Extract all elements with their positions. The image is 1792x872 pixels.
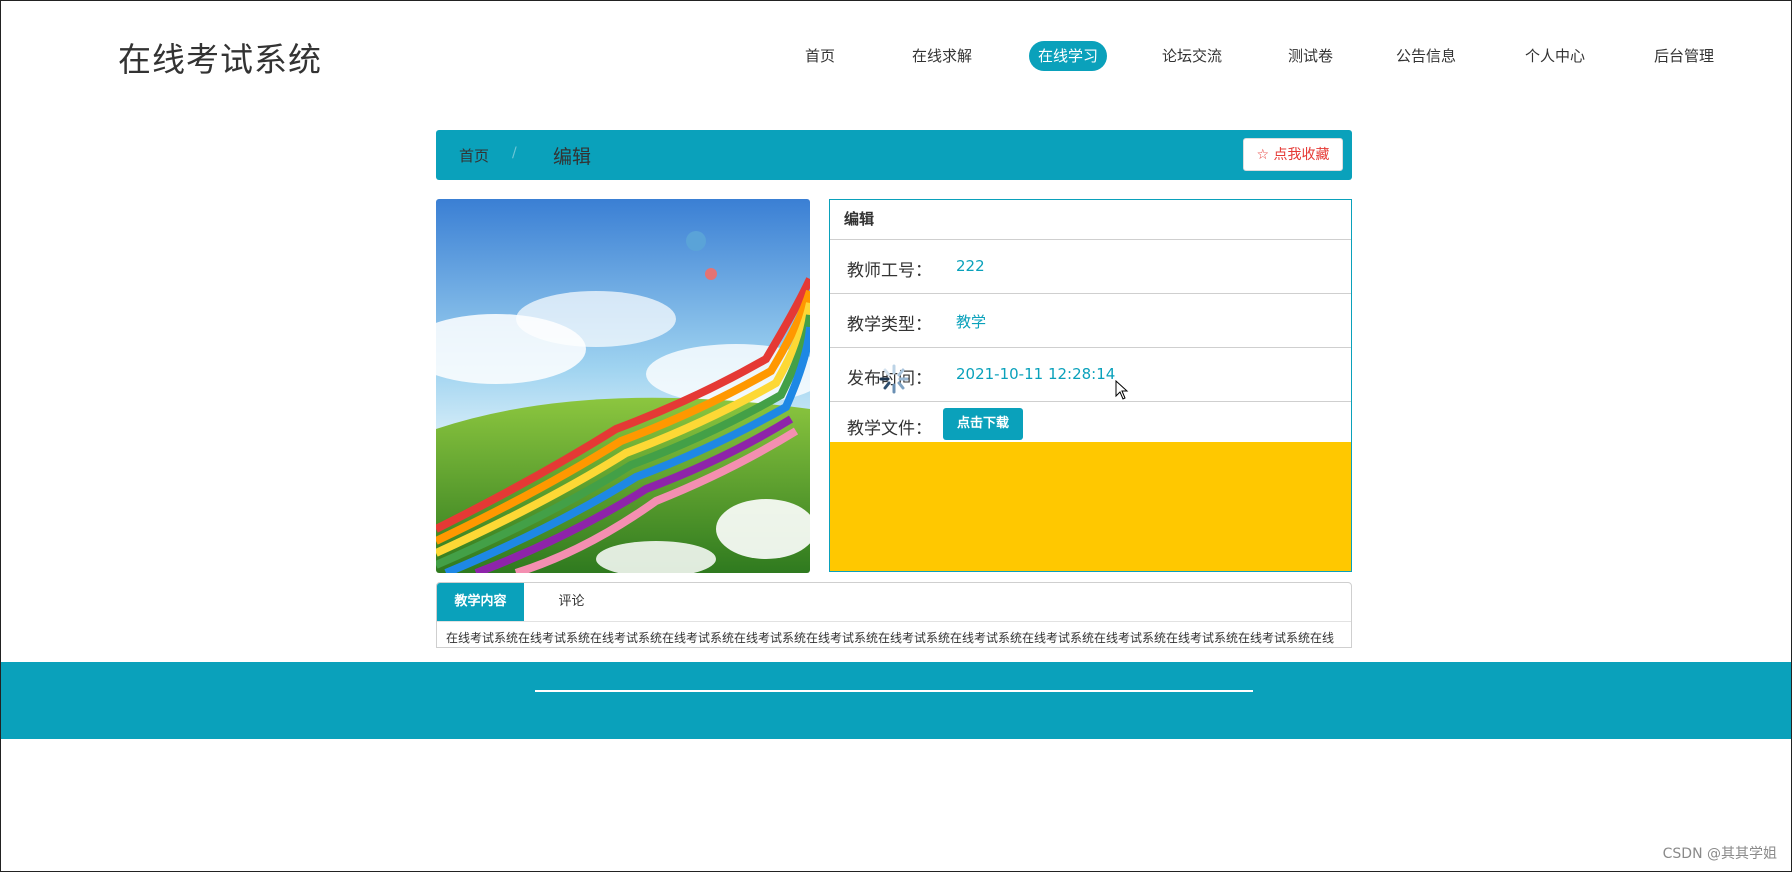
breadcrumb: 首页 / 编辑 ☆ 点我收藏 [436,130,1352,180]
teaching-content-text: 在线考试系统在线考试系统在线考试系统在线考试系统在线考试系统在线考试系统在线考试… [446,631,1335,645]
tab-teaching-content[interactable]: 教学内容 [437,583,524,621]
nav-item-admin[interactable]: 后台管理 [1645,41,1723,71]
tab-header: 教学内容 评论 [437,583,1351,622]
favorite-button[interactable]: ☆ 点我收藏 [1243,138,1343,171]
teaching-file-label: 教学文件： [847,419,932,439]
publish-time-value: 2021-10-11 12:28:14 [956,365,1116,383]
cover-image [436,199,810,573]
nav-item-test-papers[interactable]: 测试卷 [1279,41,1342,71]
detail-row-teaching-file: 教学文件： 点击下载 [830,402,1351,446]
download-button[interactable]: 点击下载 [943,408,1023,440]
teacher-id-value: 222 [956,257,985,275]
site-title: 在线考试系统 [118,40,322,79]
nav-item-online-learning[interactable]: 在线学习 [1029,41,1108,71]
watermark: CSDN @其其学姐 [1662,846,1777,862]
nav-item-online-solve[interactable]: 在线求解 [903,41,981,71]
footer [1,662,1791,739]
nav-item-personal-center[interactable]: 个人中心 [1516,41,1594,71]
nav-item-announcements[interactable]: 公告信息 [1387,41,1465,71]
detail-row-teaching-type: 教学类型： 教学 [830,294,1351,348]
nav-item-forum[interactable]: 论坛交流 [1153,41,1231,71]
loading-spinner-icon [879,364,909,394]
breadcrumb-home-link[interactable]: 首页 [459,145,489,166]
detail-row-teacher-id: 教师工号： 222 [830,240,1351,294]
teaching-type-value: 教学 [956,313,987,331]
tab-comments[interactable]: 评论 [524,583,619,621]
content-tabs: 教学内容 评论 在线考试系统在线考试系统在线考试系统在线考试系统在线考试系统在线… [436,582,1352,648]
detail-heading: 编辑 [830,200,1351,240]
breadcrumb-current: 编辑 [553,146,592,168]
footer-divider [535,690,1253,692]
nav-item-home[interactable]: 首页 [796,41,844,71]
teacher-id-label: 教师工号： [847,261,932,281]
teaching-type-label: 教学类型： [847,315,932,335]
breadcrumb-separator: / [512,145,517,161]
file-preview-area [830,442,1351,571]
detail-panel: 编辑 教师工号： 222 教学类型： 教学 发布时间： 2021-10-11 1… [829,199,1352,572]
mouse-cursor-icon [1115,380,1129,400]
